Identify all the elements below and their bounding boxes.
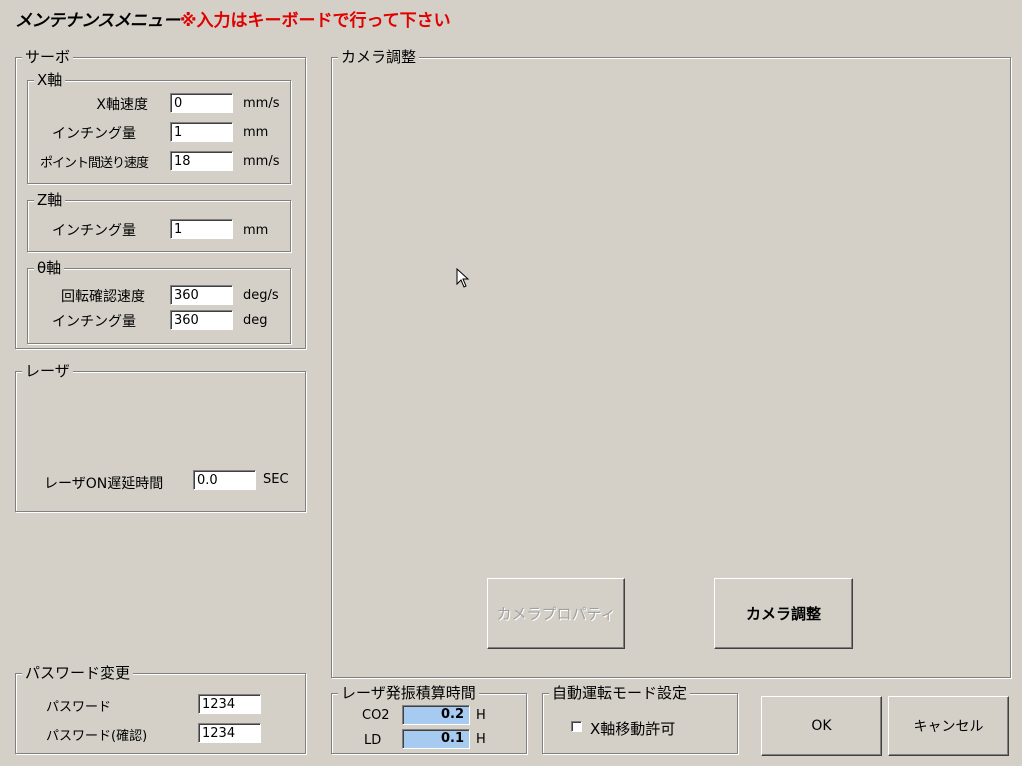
co2-time-unit: H — [476, 708, 486, 723]
laser-delay-label: レーザON遅延時間 — [44, 476, 164, 492]
x-point-feed-unit: mm/s — [243, 154, 280, 169]
theta-inching-label: インチング量 — [52, 314, 136, 330]
z-axis-label: Z軸 — [34, 191, 66, 209]
theta-inching-unit: deg — [243, 313, 268, 328]
password-group-label: パスワード変更 — [22, 664, 134, 682]
password-input[interactable] — [198, 694, 261, 714]
ld-label: LD — [364, 733, 382, 748]
laser-delay-input[interactable] — [193, 470, 256, 490]
cancel-button[interactable]: キャンセル — [888, 696, 1009, 756]
keyboard-notice: ※入力はキーボードで行って下さい — [180, 11, 451, 31]
z-inching-unit: mm — [243, 223, 269, 238]
camera-group: カメラ調整 — [331, 48, 1011, 678]
x-move-label[interactable]: X軸移動許可 — [590, 718, 675, 739]
camera-adjust-button[interactable]: カメラ調整 — [714, 578, 853, 649]
theta-rotation-speed-label: 回転確認速度 — [61, 289, 145, 305]
x-inching-input[interactable] — [170, 122, 233, 142]
page-title: メンテナンスメニュー — [15, 11, 180, 31]
laser-group-label: レーザ — [22, 362, 73, 380]
camera-properties-button[interactable]: カメラプロパティ — [487, 578, 625, 649]
x-speed-unit: mm/s — [243, 96, 280, 111]
ld-time-unit: H — [476, 732, 486, 747]
x-point-feed-label: ポイント間送り速度 — [39, 156, 149, 171]
co2-time-value: 0.2 — [402, 705, 470, 725]
x-inching-unit: mm — [243, 125, 269, 140]
theta-axis-label: θ軸 — [34, 259, 65, 277]
x-speed-input[interactable] — [170, 93, 233, 113]
x-speed-label: X軸速度 — [96, 97, 148, 113]
laser-time-group-label: レーザ発振積算時間 — [338, 684, 479, 702]
theta-rotation-speed-unit: deg/s — [243, 288, 279, 303]
x-move-checkbox[interactable] — [571, 721, 582, 732]
mouse-cursor-icon — [456, 268, 470, 288]
password-confirm-input[interactable] — [198, 723, 261, 743]
ld-time-value: 0.1 — [402, 729, 470, 749]
password-confirm-label: パスワード(確認) — [46, 729, 148, 744]
laser-delay-unit: SEC — [263, 472, 289, 487]
password-label: パスワード — [46, 700, 112, 715]
co2-label: CO2 — [362, 708, 390, 723]
servo-group-label: サーボ — [22, 48, 74, 66]
theta-axis-group: θ軸 — [27, 259, 291, 344]
ok-button[interactable]: OK — [761, 696, 882, 756]
theta-rotation-speed-input[interactable] — [170, 285, 233, 305]
auto-mode-group-label: 自動運転モード設定 — [549, 684, 691, 702]
x-axis-label: X軸 — [34, 71, 66, 89]
z-inching-label: インチング量 — [52, 223, 136, 239]
camera-group-label: カメラ調整 — [338, 48, 420, 66]
x-inching-label: インチング量 — [52, 126, 136, 142]
theta-inching-input[interactable] — [170, 310, 233, 330]
z-inching-input[interactable] — [170, 219, 233, 239]
x-point-feed-input[interactable] — [170, 151, 233, 171]
